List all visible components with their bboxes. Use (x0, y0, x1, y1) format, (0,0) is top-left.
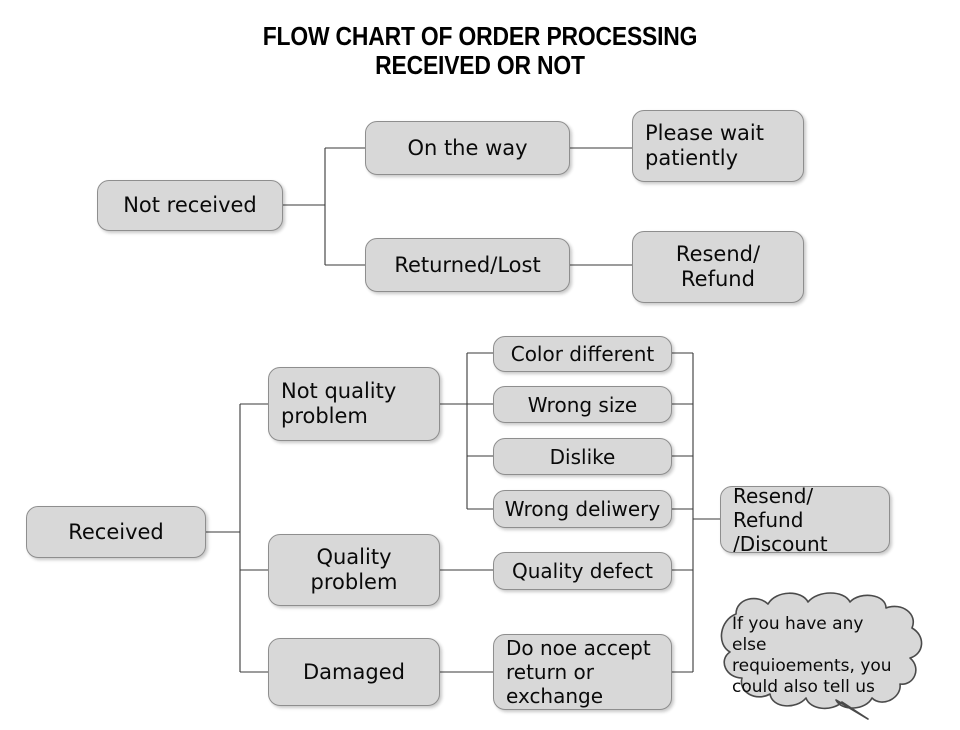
node-received[interactable]: Received (26, 506, 206, 558)
node-wrong-size-label: Wrong size (527, 392, 638, 417)
node-returned-lost-label: Returned/Lost (394, 252, 541, 277)
node-received-label: Received (68, 519, 164, 544)
node-quality-problem-label: Quality problem (310, 545, 398, 594)
node-wrong-deliwery-label: Wrong deliwery (504, 497, 661, 521)
node-not-quality-problem[interactable]: Not quality problem (268, 367, 440, 441)
node-not-quality-problem-label: Not quality problem (281, 379, 397, 428)
node-color-different[interactable]: Color different (493, 336, 672, 372)
node-quality-defect[interactable]: Quality defect (493, 552, 672, 590)
node-quality-problem[interactable]: Quality problem (268, 534, 440, 606)
node-please-wait-patiently-label: Please wait patiently (645, 121, 764, 170)
node-resend-refund-discount[interactable]: Resend/ Refund /Discount (720, 486, 890, 553)
node-do-not-accept-return-exchange-label: Do noe accept return or exchange (506, 636, 651, 708)
node-resend-refund-discount-label: Resend/ Refund /Discount (733, 486, 828, 553)
node-quality-defect-label: Quality defect (511, 559, 653, 583)
node-wrong-size[interactable]: Wrong size (493, 386, 672, 423)
node-resend-refund-label: Resend/ Refund (675, 242, 761, 291)
node-resend-refund[interactable]: Resend/ Refund (632, 231, 804, 303)
node-damaged[interactable]: Damaged (268, 638, 440, 706)
node-wrong-deliwery[interactable]: Wrong deliwery (493, 490, 672, 528)
node-dislike-label: Dislike (549, 444, 616, 469)
node-color-different-label: Color different (510, 342, 655, 366)
cloud-callout[interactable]: If you have any else requioements, you c… (706, 588, 930, 723)
flowchart-canvas: FLOW CHART OF ORDER PROCESSING RECEIVED … (0, 0, 960, 730)
node-on-the-way-label: On the way (407, 135, 528, 160)
node-not-received[interactable]: Not received (97, 180, 283, 231)
node-do-not-accept-return-exchange[interactable]: Do noe accept return or exchange (493, 634, 672, 710)
node-damaged-label: Damaged (303, 659, 405, 684)
node-dislike[interactable]: Dislike (493, 438, 672, 475)
node-returned-lost[interactable]: Returned/Lost (365, 238, 570, 292)
cloud-callout-text: If you have any else requioements, you c… (732, 614, 892, 697)
node-please-wait-patiently[interactable]: Please wait patiently (632, 110, 804, 182)
node-on-the-way[interactable]: On the way (365, 121, 570, 175)
node-not-received-label: Not received (123, 193, 257, 217)
